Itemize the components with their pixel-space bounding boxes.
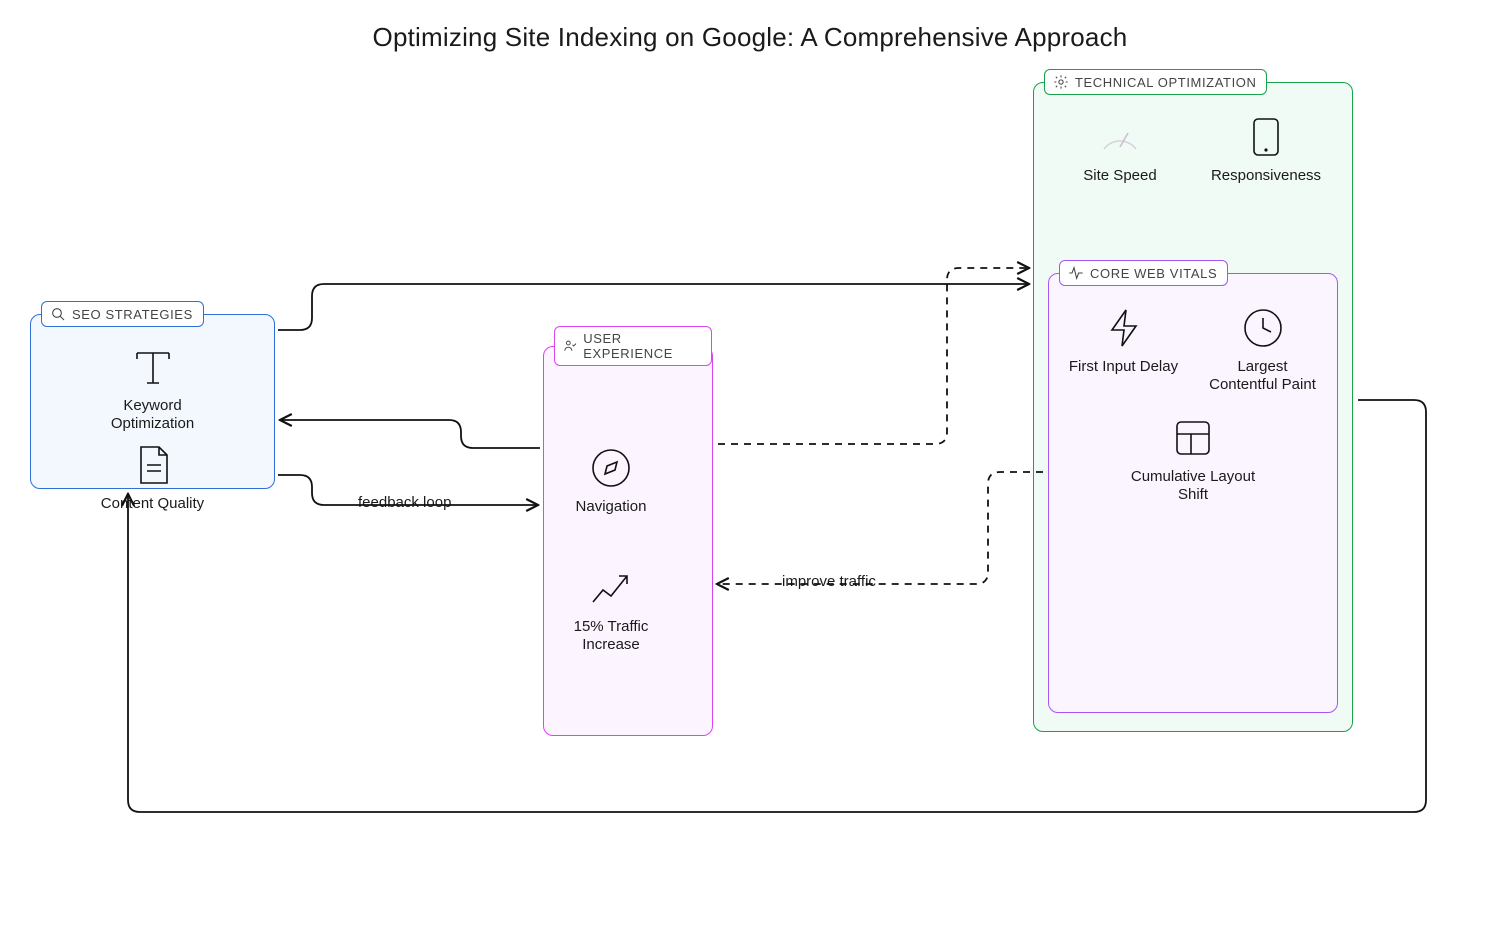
activity-icon — [1068, 265, 1084, 281]
gear-icon — [1053, 74, 1069, 90]
trend-up-icon — [587, 564, 635, 612]
technical-optimization-panel: TECHNICAL OPTIMIZATION Site Speed Respon… — [1033, 82, 1353, 732]
navigation-item: Navigation — [556, 444, 666, 516]
user-experience-panel: USER EXPERIENCE Navigation 15% Traffic I… — [543, 346, 713, 736]
keyword-optimization-item: Keyword Optimization — [98, 343, 208, 433]
clock-icon — [1239, 304, 1287, 352]
document-icon — [129, 441, 177, 489]
lightning-icon — [1100, 304, 1148, 352]
search-icon — [50, 306, 66, 322]
lcp-item: Largest Contentful Paint — [1208, 304, 1318, 394]
feedback-loop-label: feedback loop — [358, 494, 451, 511]
panel-title: USER EXPERIENCE — [583, 331, 701, 361]
speedometer-icon — [1096, 113, 1144, 161]
panel-title: SEO STRATEGIES — [72, 307, 193, 322]
traffic-increase-item: 15% Traffic Increase — [556, 564, 666, 654]
layout-icon — [1169, 414, 1217, 462]
edge-seo-to-tech — [278, 284, 1028, 330]
edge-ux-to-cwv — [718, 268, 1028, 444]
type-icon — [129, 343, 177, 391]
content-quality-item: Content Quality — [98, 441, 208, 513]
edge-cwv-to-ux — [718, 472, 1043, 584]
panel-header: USER EXPERIENCE — [554, 326, 712, 366]
responsiveness-item: Responsiveness — [1211, 113, 1321, 185]
panel-header: SEO STRATEGIES — [41, 301, 204, 327]
diagram-title: Optimizing Site Indexing on Google: A Co… — [0, 22, 1500, 53]
user-check-icon — [563, 338, 577, 354]
panel-header: TECHNICAL OPTIMIZATION — [1044, 69, 1267, 95]
panel-header: CORE WEB VITALS — [1059, 260, 1228, 286]
seo-strategies-panel: SEO STRATEGIES Keyword Optimization Cont… — [30, 314, 275, 489]
panel-title: TECHNICAL OPTIMIZATION — [1075, 75, 1256, 90]
core-web-vitals-panel: CORE WEB VITALS First Input Delay Larges… — [1048, 273, 1338, 713]
cls-item: Cumulative Layout Shift — [1123, 414, 1263, 504]
compass-icon — [587, 444, 635, 492]
fid-item: First Input Delay — [1069, 304, 1179, 394]
diagram-canvas: Optimizing Site Indexing on Google: A Co… — [0, 0, 1500, 926]
tablet-icon — [1242, 113, 1290, 161]
panel-title: CORE WEB VITALS — [1090, 266, 1217, 281]
site-speed-item: Site Speed — [1065, 113, 1175, 185]
improve-traffic-label: improve traffic — [782, 573, 876, 590]
edge-ux-to-seo — [281, 420, 540, 448]
